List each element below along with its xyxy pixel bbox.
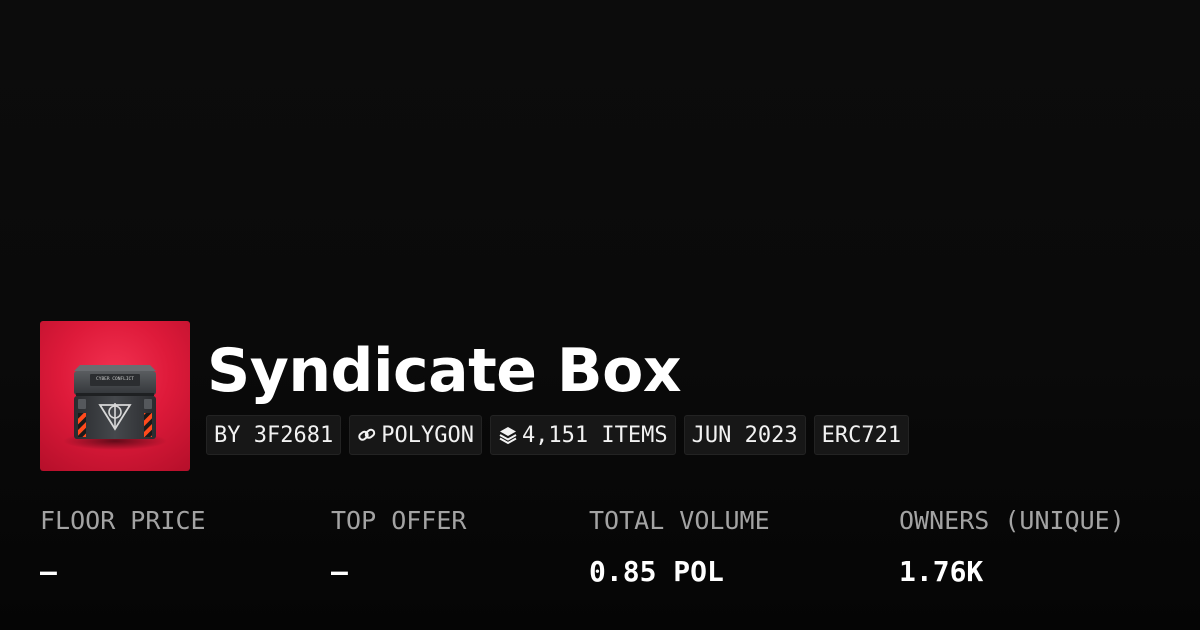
date-tag-label: JUN 2023 xyxy=(691,422,798,448)
svg-text:CYBER CONFLICT: CYBER CONFLICT xyxy=(96,376,134,382)
floor-price-label: FLOOR PRICE xyxy=(40,506,206,535)
collection-image[interactable]: CYBER CONFLICT xyxy=(40,321,190,471)
total-volume-stat: TOTAL VOLUME 0.85 POL xyxy=(589,503,770,592)
items-tag[interactable]: 4,151 ITEMS xyxy=(489,415,676,455)
floor-price-value: – xyxy=(40,555,57,588)
creator-tag-label: BY 3F2681 xyxy=(214,422,334,448)
standard-tag-label: ERC721 xyxy=(821,422,902,448)
top-offer-stat: TOP OFFER – xyxy=(331,503,466,592)
floor-price-stat: FLOOR PRICE – xyxy=(40,503,206,592)
total-volume-label: TOTAL VOLUME xyxy=(589,506,770,535)
chain-tag[interactable]: POLYGON xyxy=(349,415,482,455)
date-tag[interactable]: JUN 2023 xyxy=(683,415,806,455)
chain-link-icon xyxy=(357,426,377,444)
top-offer-label: TOP OFFER xyxy=(331,506,467,535)
layers-icon xyxy=(498,425,518,445)
standard-tag[interactable]: ERC721 xyxy=(813,415,910,455)
items-tag-label: 4,151 ITEMS xyxy=(521,422,668,448)
collection-tags: BY 3F2681 POLYGON 4,151 ITEMS JUN 2023 E… xyxy=(206,415,910,455)
top-offer-value: – xyxy=(331,555,348,588)
owners-stat: OWNERS (UNIQUE) 1.76K xyxy=(899,503,1125,592)
total-volume-value: 0.85 POL xyxy=(589,555,724,588)
owners-label: OWNERS (UNIQUE) xyxy=(899,506,1125,535)
loot-crate-icon: CYBER CONFLICT xyxy=(63,365,167,450)
owners-value: 1.76K xyxy=(899,555,984,588)
creator-tag[interactable]: BY 3F2681 xyxy=(206,415,342,455)
collection-title: Syndicate Box xyxy=(207,336,682,406)
chain-tag-label: POLYGON xyxy=(381,422,474,448)
